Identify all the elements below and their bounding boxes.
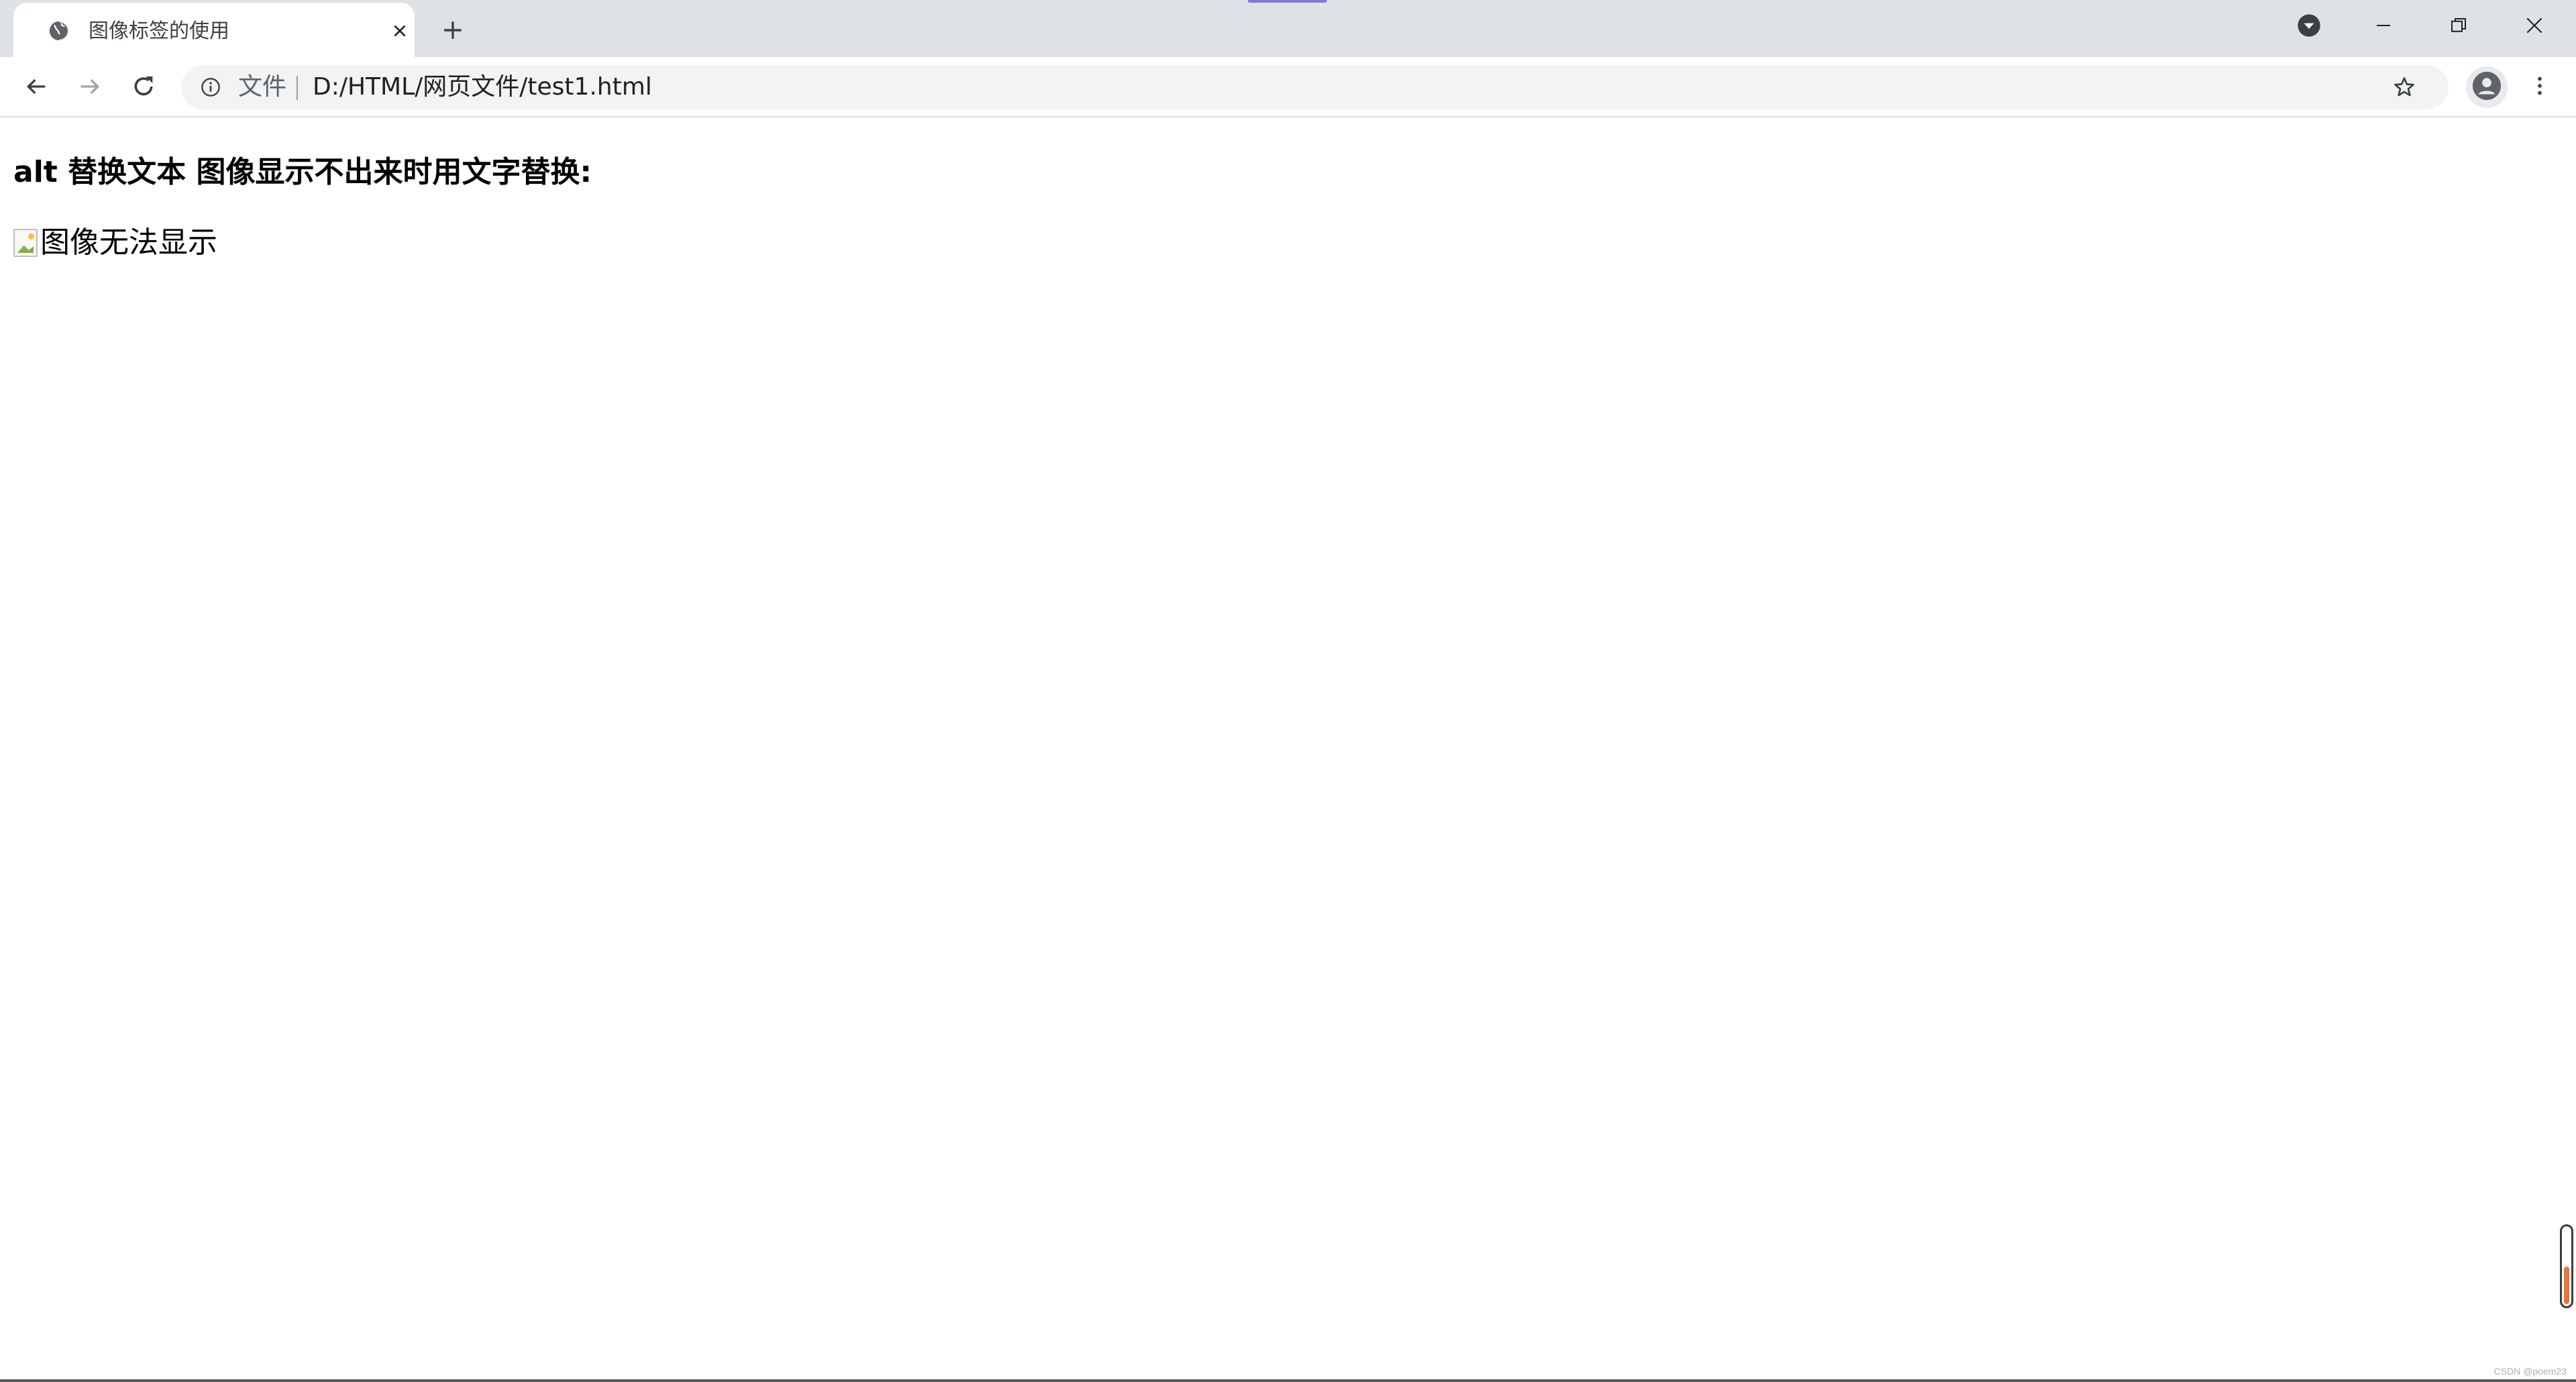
restore-button[interactable]: [2421, 0, 2496, 54]
arrow-right-icon: [76, 73, 103, 103]
new-tab-button[interactable]: [435, 13, 471, 50]
globe-icon: [46, 17, 72, 44]
scroll-widget-fill: [2564, 1267, 2569, 1304]
tab-strip: 图像标签的使用: [0, 0, 2576, 57]
window-close-button[interactable]: [2497, 0, 2572, 54]
plus-icon: [441, 19, 464, 45]
scheme-label: 文件: [238, 73, 287, 101]
image-alt-text: 图像无法显示: [40, 225, 217, 260]
kebab-menu-icon: [2528, 74, 2552, 101]
forward-button[interactable]: [70, 68, 110, 108]
broken-image: 图像无法显示: [13, 223, 217, 263]
restore-icon: [2449, 15, 2469, 39]
page-heading: alt 替换文本 图像显示不出来时用文字替换:: [13, 155, 592, 189]
info-icon[interactable]: [199, 75, 223, 99]
reload-button[interactable]: [123, 68, 164, 108]
tab-strip-indicator: [1248, 0, 1327, 3]
profile-button[interactable]: [2466, 66, 2508, 108]
person-icon: [2471, 70, 2502, 105]
floating-scroll-widget[interactable]: [2560, 1224, 2573, 1308]
minimize-button[interactable]: [2346, 0, 2421, 54]
reload-icon: [130, 73, 157, 103]
active-tab[interactable]: 图像标签的使用: [13, 3, 415, 57]
profile-dropdown-button[interactable]: [2271, 0, 2347, 54]
minimize-icon: [2373, 15, 2394, 39]
arrow-left-icon: [23, 73, 50, 103]
broken-image-icon: [13, 229, 38, 257]
tab-title: 图像标签的使用: [89, 19, 229, 43]
url-text[interactable]: D:/HTML/网页文件/test1.html: [313, 70, 652, 104]
address-bar[interactable]: 文件 D:/HTML/网页文件/test1.html: [181, 65, 2449, 109]
bottom-border: [0, 1379, 2576, 1382]
star-icon[interactable]: [2390, 72, 2419, 102]
omnibox-separator: [297, 76, 298, 100]
chevron-down-icon: [2296, 12, 2322, 42]
close-icon: [2524, 15, 2545, 40]
tab-close-icon[interactable]: [388, 19, 412, 43]
browser-menu-button[interactable]: [2520, 66, 2560, 108]
page-content: alt 替换文本 图像显示不出来时用文字替换: 图像无法显示: [0, 119, 2576, 1382]
watermark: CSDN @poem23: [2493, 1366, 2567, 1377]
back-button[interactable]: [16, 68, 56, 108]
browser-toolbar: 文件 D:/HTML/网页文件/test1.html: [0, 57, 2576, 117]
